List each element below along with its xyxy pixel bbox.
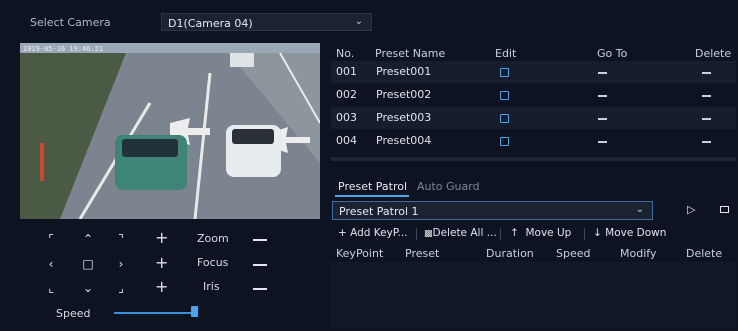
edit-icon[interactable] xyxy=(500,68,509,77)
col-keypoint: KeyPoint xyxy=(336,247,384,260)
table-row[interactable]: 002 Preset002 xyxy=(331,84,736,106)
col-keypoint-delete: Delete xyxy=(686,247,723,260)
delete-all-button[interactable]: ▩Delete All ... xyxy=(424,227,497,239)
divider xyxy=(416,228,417,240)
select-camera-label: Select Camera xyxy=(30,16,111,29)
col-preset-name: Preset Name xyxy=(375,47,446,60)
chevron-down-icon: ⌄ xyxy=(354,16,363,27)
camera-select-value: D1(Camera 04) xyxy=(168,17,253,30)
chevron-down-icon: ⌄ xyxy=(635,204,644,215)
minus-icon xyxy=(253,239,267,241)
goto-icon[interactable] xyxy=(598,141,607,143)
row-name: Preset001 xyxy=(376,65,432,78)
zoom-out-button[interactable] xyxy=(249,230,271,248)
active-tab-indicator xyxy=(335,195,409,197)
edit-icon[interactable] xyxy=(500,114,509,123)
move-up-button[interactable]: ↑ Move Up xyxy=(510,227,571,239)
col-duration: Duration xyxy=(486,247,534,260)
delete-icon[interactable] xyxy=(702,72,711,74)
speed-slider-track[interactable] xyxy=(114,312,196,314)
camera-select[interactable]: D1(Camera 04) ⌄ xyxy=(161,13,372,31)
tab-preset-patrol[interactable]: Preset Patrol xyxy=(338,180,407,193)
move-down-button[interactable]: ↓ Move Down xyxy=(593,227,666,239)
iris-open-button[interactable]: + xyxy=(155,277,168,296)
zoom-in-button[interactable]: + xyxy=(155,228,168,247)
divider xyxy=(584,228,585,240)
stop-icon[interactable] xyxy=(720,206,729,213)
table-scrollbar[interactable] xyxy=(331,157,736,161)
ptz-down-button[interactable]: ⌄ xyxy=(77,279,99,297)
speed-slider-handle[interactable] xyxy=(191,306,198,317)
table-row[interactable]: 003 Preset003 xyxy=(331,107,736,129)
move-up-label: Move Up xyxy=(525,227,572,239)
video-timestamp: 2019-05-16 19:46:21 xyxy=(23,45,104,53)
row-no: 004 xyxy=(336,134,357,147)
focus-label: Focus xyxy=(197,256,229,269)
tab-auto-guard[interactable]: Auto Guard xyxy=(417,180,480,193)
goto-icon[interactable] xyxy=(598,95,607,97)
edit-icon[interactable] xyxy=(500,137,509,146)
minus-icon xyxy=(253,288,267,290)
delete-all-label: Delete All ... xyxy=(432,227,497,239)
col-goto: Go To xyxy=(597,47,628,60)
col-preset: Preset xyxy=(405,247,440,260)
minus-icon xyxy=(253,264,267,266)
speed-label: Speed xyxy=(56,307,91,320)
delete-icon[interactable] xyxy=(702,95,711,97)
iris-label: Iris xyxy=(203,280,220,293)
table-row[interactable]: 004 Preset004 xyxy=(331,130,736,152)
live-video-view[interactable]: 2019-05-16 19:46:21 xyxy=(20,43,320,219)
plus-icon: + xyxy=(338,227,351,239)
add-keypoint-label: Add KeyP... xyxy=(350,227,408,239)
keypoint-list[interactable] xyxy=(331,262,736,328)
arrow-up-icon: ↑ xyxy=(510,227,526,239)
col-modify: Modify xyxy=(620,247,657,260)
move-down-label: Move Down xyxy=(605,227,667,239)
video-frame xyxy=(20,43,320,219)
row-no: 002 xyxy=(336,88,357,101)
ptz-up-button[interactable]: ⌃ xyxy=(77,230,99,248)
edit-icon[interactable] xyxy=(500,91,509,100)
row-name: Preset003 xyxy=(376,111,432,124)
row-name: Preset004 xyxy=(376,134,432,147)
ptz-down-left-button[interactable]: ⌞ xyxy=(40,279,62,297)
table-row[interactable]: 001 Preset001 xyxy=(331,61,736,83)
ptz-up-right-button[interactable]: ⌝ xyxy=(110,230,132,248)
ptz-right-button[interactable]: › xyxy=(110,255,132,273)
play-icon[interactable]: ▷ xyxy=(687,203,695,216)
zoom-label: Zoom xyxy=(197,232,229,245)
goto-icon[interactable] xyxy=(598,118,607,120)
divider xyxy=(500,228,501,240)
row-no: 003 xyxy=(336,111,357,124)
delete-icon[interactable] xyxy=(702,141,711,143)
add-keypoint-button[interactable]: + Add KeyP... xyxy=(338,227,408,239)
goto-icon[interactable] xyxy=(598,72,607,74)
delete-icon[interactable] xyxy=(702,118,711,120)
col-no: No. xyxy=(336,47,355,60)
patrol-select[interactable]: Preset Patrol 1 ⌄ xyxy=(332,201,653,220)
col-edit: Edit xyxy=(495,47,517,60)
trash-icon: ▩ xyxy=(424,229,433,239)
col-speed: Speed xyxy=(556,247,591,260)
focus-near-button[interactable]: + xyxy=(155,253,168,272)
arrow-down-icon: ↓ xyxy=(593,227,606,239)
iris-close-button[interactable] xyxy=(249,279,271,297)
patrol-select-value: Preset Patrol 1 xyxy=(339,205,419,218)
row-name: Preset002 xyxy=(376,88,432,101)
col-delete: Delete xyxy=(695,47,732,60)
ptz-left-button[interactable]: ‹ xyxy=(40,255,62,273)
ptz-up-left-button[interactable]: ⌜ xyxy=(40,230,62,248)
ptz-stop-button[interactable]: □ xyxy=(77,255,99,273)
focus-far-button[interactable] xyxy=(249,255,271,273)
ptz-down-right-button[interactable]: ⌟ xyxy=(110,279,132,297)
row-no: 001 xyxy=(336,65,357,78)
